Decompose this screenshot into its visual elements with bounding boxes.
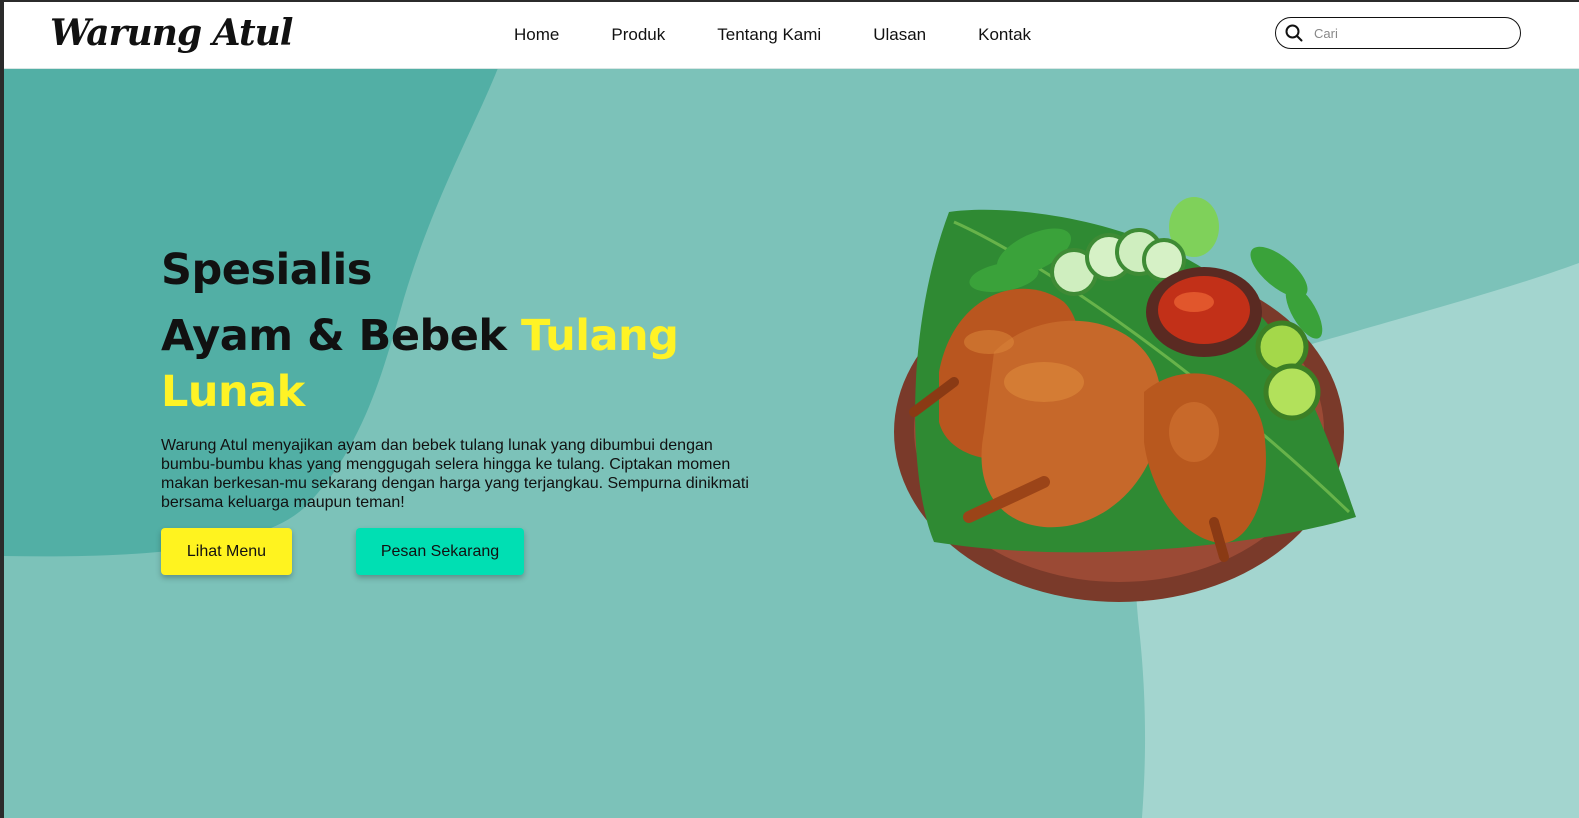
page-frame: Warung Atul Home Produk Tentang Kami Ula… bbox=[4, 2, 1579, 818]
nav-ulasan[interactable]: Ulasan bbox=[873, 25, 926, 45]
hero-text: Spesialis Ayam & Bebek Tulang Lunak Waru… bbox=[161, 242, 781, 512]
navbar: Warung Atul Home Produk Tentang Kami Ula… bbox=[4, 2, 1579, 69]
food-image bbox=[894, 197, 1356, 602]
hero-title-line1: Spesialis bbox=[161, 245, 372, 295]
brand-logo[interactable]: Warung Atul bbox=[50, 12, 293, 54]
nav-produk[interactable]: Produk bbox=[611, 25, 665, 45]
nav-kontak[interactable]: Kontak bbox=[978, 25, 1031, 45]
view-menu-button[interactable]: Lihat Menu bbox=[161, 528, 292, 575]
hero-buttons: Lihat Menu Pesan Sekarang bbox=[161, 528, 524, 575]
search-box bbox=[1275, 17, 1521, 49]
search-icon[interactable] bbox=[1284, 23, 1304, 43]
nav-tentang-kami[interactable]: Tentang Kami bbox=[717, 25, 821, 45]
nav-home[interactable]: Home bbox=[514, 25, 559, 45]
order-now-button[interactable]: Pesan Sekarang bbox=[356, 528, 524, 575]
hero-title-plain: Ayam & Bebek bbox=[161, 311, 521, 361]
nav-links: Home Produk Tentang Kami Ulasan Kontak bbox=[514, 2, 1083, 68]
hero-title-line2: Ayam & Bebek Tulang Lunak bbox=[161, 308, 781, 420]
hero-description: Warung Atul menyajikan ayam dan bebek tu… bbox=[161, 437, 749, 511]
search-input[interactable] bbox=[1312, 24, 1506, 42]
